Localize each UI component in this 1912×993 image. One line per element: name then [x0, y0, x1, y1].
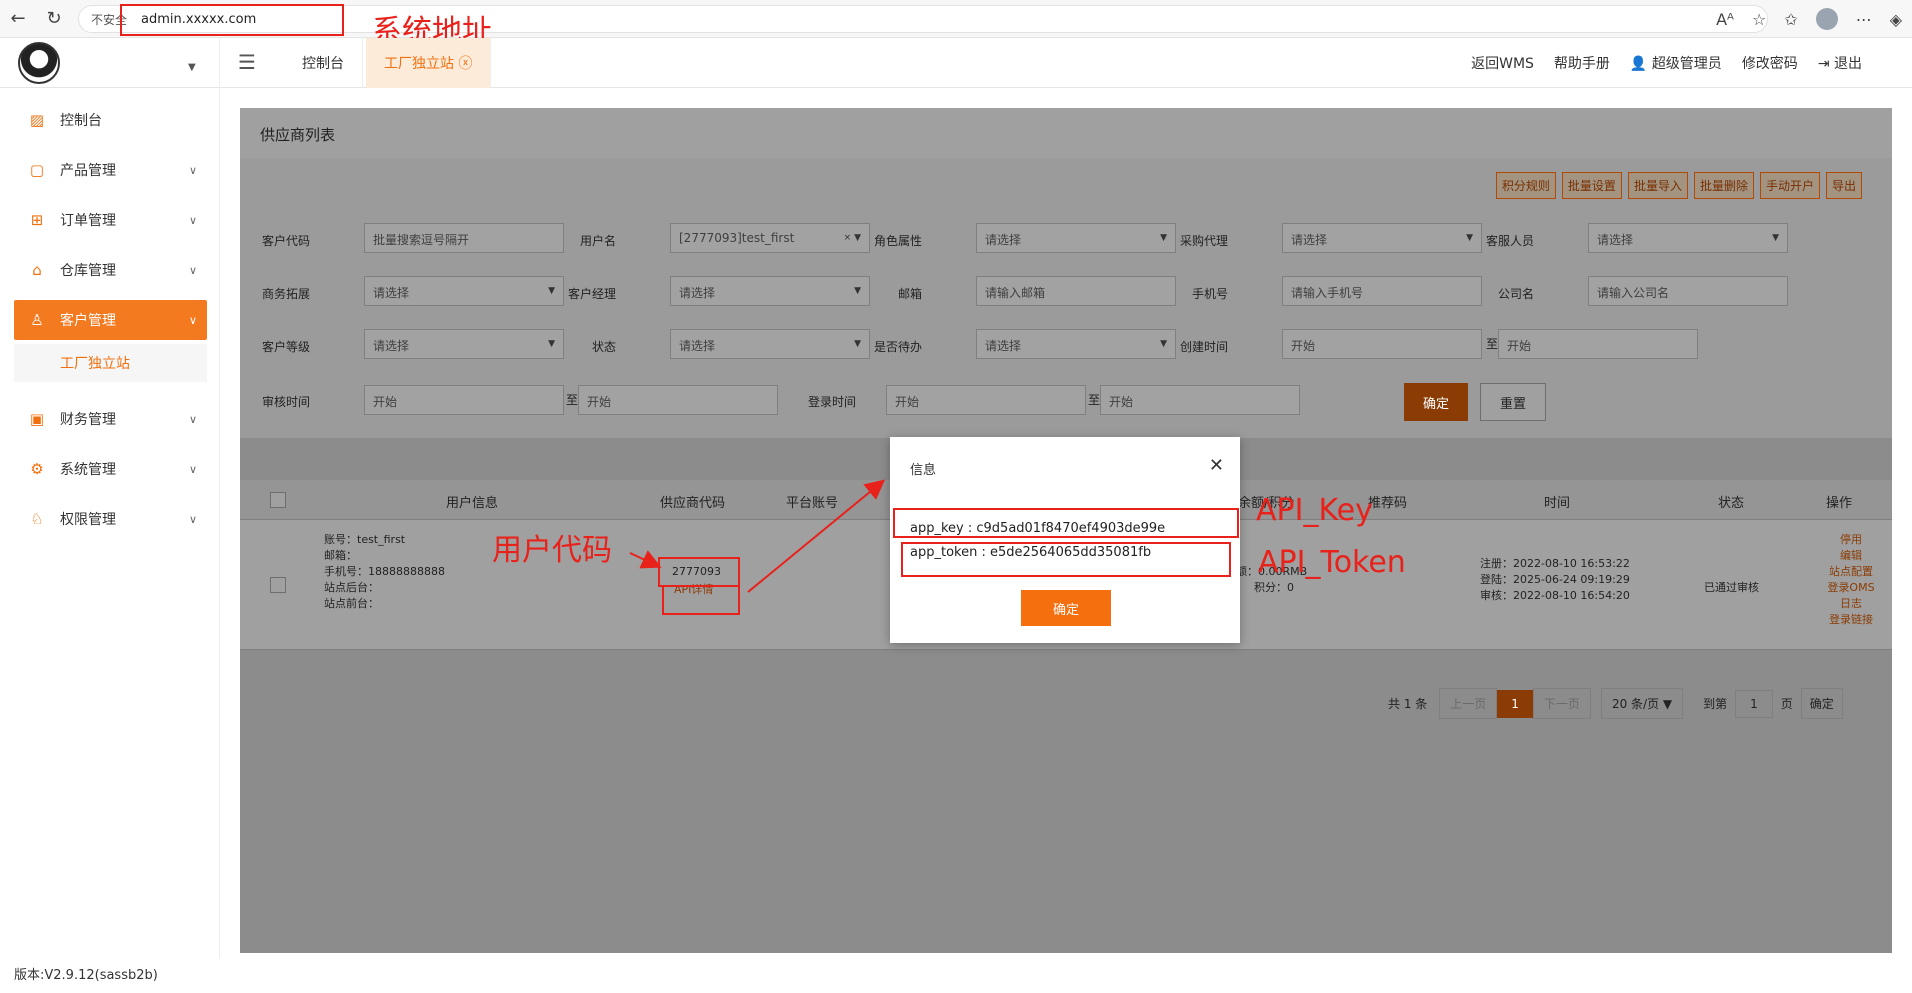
arrow-to-dialog: [747, 479, 886, 593]
arrow-to-supplier-code: [629, 550, 662, 569]
annotation-arrows: [629, 479, 886, 593]
